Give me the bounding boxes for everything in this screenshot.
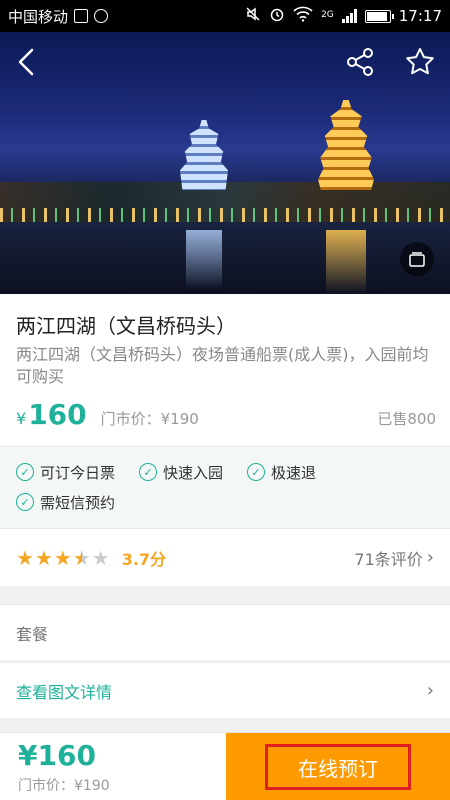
pagoda-reflection [326,230,366,294]
sun-pagoda [180,120,228,190]
back-button[interactable] [14,46,42,78]
chevron-right-icon: › [426,547,434,568]
star-rating: ★ ★ ★ ★ ★ [16,548,110,568]
favorite-button[interactable] [404,46,436,78]
chevron-right-icon: › [426,680,434,701]
check-circle-icon: ✓ [139,463,158,481]
alarm-icon [269,6,285,26]
gallery-button[interactable] [400,242,434,276]
bottom-list-price: 门市价：¥190 [18,778,110,794]
share-button[interactable] [344,46,376,78]
feature-tag: ✓ 快速入园 [139,461,223,483]
carrier-label: 中国移动 [8,7,69,26]
lake-water [0,222,450,294]
product-subtitle: 两江四湖（文昌桥码头）夜场普通船票(成人票)，入园前均可购买 [16,345,429,386]
currency-symbol: ¥ [16,409,27,428]
battery-icon [364,9,394,23]
signal-icon [341,9,357,23]
price-row: ¥ 160 门市价：¥190 已售800 [16,398,436,431]
package-section: 套餐 [0,604,450,660]
network-type-label: 2G [321,10,334,20]
check-circle-icon: ✓ [247,463,266,481]
rating-score: 3.7分 [121,549,167,569]
star-filled-icon: ★ [34,545,53,570]
product-info-card: 两江四湖（文昌桥码头） 两江四湖（文昌桥码头）夜场普通船票(成人票)，入园前均可… [0,294,450,446]
bottom-price: ¥160 [18,739,96,772]
price: 160 [28,398,87,431]
book-online-area[interactable]: 在线预订 [226,733,450,800]
star-filled-icon: ★ [16,545,34,570]
sold-count: 已售800 [377,410,436,428]
pagoda-reflection [186,230,222,290]
feature-tag: ✓ 极速退 [247,461,316,483]
star-half-icon: ★ [72,545,91,570]
view-details-row[interactable]: 查看图文详情 › [0,662,450,718]
status-bar: 中国移动 2G 17:17 [0,0,450,32]
gallery-icon [409,252,425,267]
star-outline-icon [406,48,434,75]
moon-pagoda [318,100,374,190]
star-empty-icon: ★ [91,545,110,570]
pause-icon [94,9,109,23]
feature-tag: ✓ 可订今日票 [16,461,115,483]
package-label: 套餐 [16,624,49,644]
clock-time: 17:17 [398,7,442,25]
city-lights [0,208,450,222]
feature-tag: ✓ 需短信预约 [16,491,410,513]
mute-icon [245,6,261,26]
check-circle-icon: ✓ [16,493,34,511]
star-filled-icon: ★ [53,545,72,570]
bottom-bar: ¥160 门市价：¥190 在线预订 [0,732,450,800]
hero-image [0,32,450,294]
list-price: 门市价：¥190 [100,410,199,428]
product-title: 两江四湖（文昌桥码头） [16,314,236,338]
screenshot-icon [74,9,89,23]
rating-row[interactable]: ★ ★ ★ ★ ★ 3.7分 71条评价 › [0,528,450,586]
view-details-label: 查看图文详情 [16,682,113,702]
check-circle-icon: ✓ [16,463,34,481]
review-count-link[interactable]: 71条评价 [354,546,422,570]
chevron-left-icon [18,48,34,76]
book-online-button[interactable]: 在线预订 [265,744,411,790]
wifi-icon [293,6,313,26]
share-icon [347,48,373,76]
feature-tags: ✓ 可订今日票 ✓ 快速入园 ✓ 极速退 ✓ 需短信预约 [0,446,450,528]
